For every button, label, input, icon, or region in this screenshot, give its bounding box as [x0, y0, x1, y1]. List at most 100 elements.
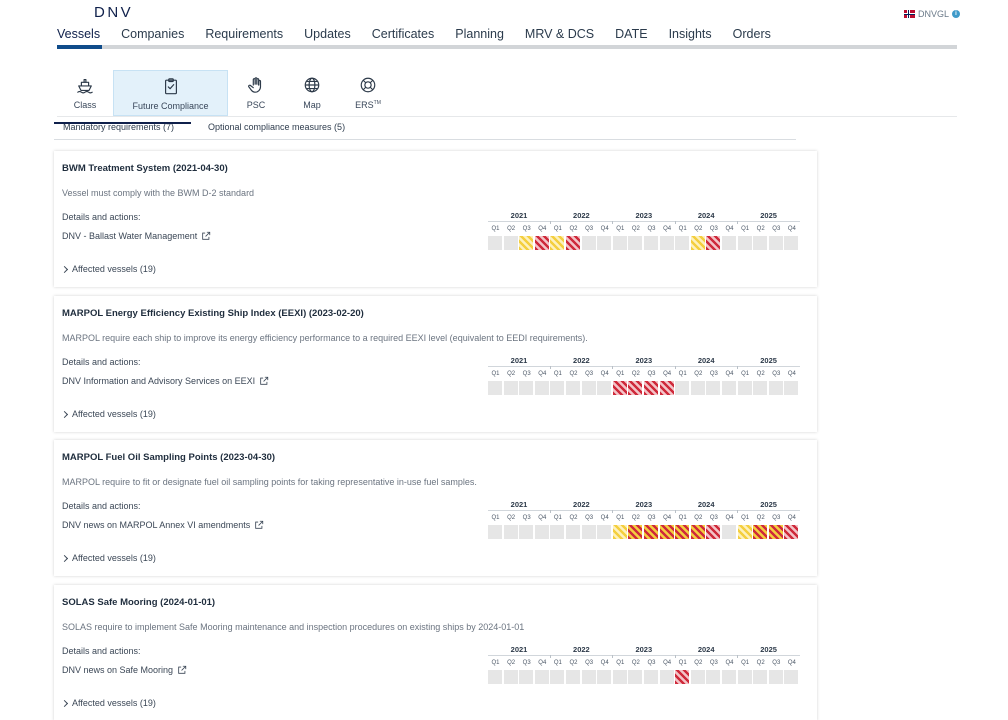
tool-future-compliance[interactable]: Future Compliance	[113, 70, 228, 116]
timeline-cell-empty	[581, 525, 596, 539]
affected-vessels-toggle[interactable]: Affected vessels (19)	[60, 698, 156, 708]
details-label: Details and actions:	[62, 646, 141, 656]
nav-planning[interactable]: Planning	[455, 27, 504, 41]
timeline-quarter: Q1	[741, 660, 750, 666]
nav-updates[interactable]: Updates	[304, 27, 351, 41]
timeline-cell-empty	[566, 525, 580, 539]
affected-vessels-toggle[interactable]: Affected vessels (19)	[60, 553, 156, 563]
details-link-text: DNV - Ballast Water Management	[62, 231, 198, 241]
timeline-cell-empty	[722, 236, 736, 250]
timeline-year-line	[488, 655, 800, 656]
timeline-quarter: Q2	[631, 660, 640, 666]
timeline-quarter: Q3	[647, 660, 656, 666]
nav-vessels[interactable]: Vessels	[57, 27, 100, 41]
compliance-timeline: 2021 2022 2023 2024 2025 Q1 Q2 Q3 Q4 Q1 Q2 Q3 Q4 Q1 Q2…	[488, 500, 800, 546]
chevron-right-icon	[60, 554, 69, 562]
tool-psc[interactable]: PSC	[228, 70, 284, 116]
dnv-logo[interactable]: DNV	[94, 4, 133, 21]
timeline-year-line	[488, 221, 800, 222]
requirement-subtabs: Mandatory requirements (7) Optional comp…	[54, 121, 796, 140]
tool-ers[interactable]: ERSTM	[340, 70, 396, 116]
timeline-cell-empty	[628, 670, 643, 684]
nav-insights[interactable]: Insights	[669, 27, 712, 41]
timeline-cell-empty	[534, 525, 549, 539]
timeline-quarter: Q3	[522, 371, 531, 377]
timeline-year: 2025	[760, 500, 777, 509]
year-divider	[674, 366, 676, 369]
compliance-timeline: 2021 2022 2023 2024 2025 Q1 Q2 Q3 Q4 Q1 Q2 Q3 Q4 Q1 Q2…	[488, 645, 800, 691]
year-divider	[737, 366, 739, 369]
toolbar-divider	[57, 116, 957, 117]
tab-optional-compliance[interactable]: Optional compliance measures (5)	[208, 122, 345, 132]
affected-vessels-toggle[interactable]: Affected vessels (19)	[60, 409, 156, 419]
timeline-years: 2021 2022 2023 2024 2025	[488, 211, 800, 221]
tool-map[interactable]: Map	[284, 70, 340, 116]
timeline-quarter: Q4	[787, 660, 796, 666]
timeline-cell-empty	[722, 525, 736, 539]
timeline-cell-empty	[566, 670, 580, 684]
timeline-cell-empty	[675, 381, 690, 395]
timeline-quarter: Q3	[709, 226, 718, 232]
timeline-quarter: Q4	[787, 515, 796, 521]
timeline-cell-empty	[753, 381, 768, 395]
nav-underline	[57, 45, 957, 49]
timeline-quarter: Q4	[663, 660, 672, 666]
timeline-cell-empty	[612, 670, 627, 684]
timeline-cell-empty	[690, 381, 705, 395]
timeline-quarter: Q2	[694, 660, 703, 666]
user-account[interactable]: DNVGL i	[903, 9, 960, 19]
timeline-year: 2021	[510, 356, 528, 365]
timeline-cell-empty	[597, 525, 612, 539]
details-link[interactable]: DNV - Ballast Water Management	[62, 231, 211, 241]
timeline-quarter: Q4	[600, 515, 609, 521]
timeline-cell-empty	[503, 670, 518, 684]
timeline-quarter: Q1	[491, 226, 500, 232]
requirement-title: MARPOL Fuel Oil Sampling Points (2023-04…	[62, 452, 276, 463]
timeline-quarter: Q3	[772, 660, 781, 666]
timeline-cell-empty	[519, 670, 534, 684]
timeline-cell-empty	[628, 236, 643, 250]
timeline-cell-empty	[722, 381, 736, 395]
nav-companies[interactable]: Companies	[121, 27, 184, 41]
nav-date[interactable]: DATE	[615, 27, 647, 41]
compliance-timeline: 2021 2022 2023 2024 2025 Q1 Q2 Q3 Q4 Q1 Q2 Q3 Q4 Q1 Q2…	[488, 356, 800, 402]
timeline-quarter: Q2	[507, 226, 516, 232]
timeline-quarter: Q3	[585, 515, 594, 521]
timeline-cell-empty	[784, 670, 799, 684]
nav-mrv-dcs[interactable]: MRV & DCS	[525, 27, 594, 41]
details-label: Details and actions:	[62, 357, 141, 367]
timeline-cells	[488, 236, 800, 250]
details-link[interactable]: DNV news on MARPOL Annex VI amendments	[62, 520, 264, 530]
nav-orders[interactable]: Orders	[733, 27, 771, 41]
timeline-cell-orange	[768, 525, 783, 539]
details-label: Details and actions:	[62, 212, 141, 222]
timeline-cell-empty	[737, 381, 752, 395]
timeline-quarter: Q2	[569, 660, 578, 666]
globe-icon	[304, 77, 320, 93]
timeline-quarter: Q2	[756, 515, 765, 521]
timeline-quarter: Q2	[756, 371, 765, 377]
details-link[interactable]: DNV Information and Advisory Services on…	[62, 376, 269, 386]
nav-certificates[interactable]: Certificates	[372, 27, 435, 41]
timeline-quarter: Q2	[694, 515, 703, 521]
timeline-cell-empty	[753, 670, 768, 684]
timeline-cell-yellow	[612, 525, 627, 539]
nav-requirements[interactable]: Requirements	[205, 27, 283, 41]
details-link[interactable]: DNV news on Safe Mooring	[62, 665, 187, 675]
timeline-quarter: Q3	[709, 660, 718, 666]
timeline-quarter: Q4	[725, 371, 734, 377]
timeline-quarter: Q1	[741, 226, 750, 232]
timeline-quarter: Q1	[616, 371, 625, 377]
tool-class[interactable]: Class	[57, 70, 113, 116]
timeline-year: 2023	[635, 500, 653, 509]
timeline-quarters: Q1 Q2 Q3 Q4 Q1 Q2 Q3 Q4 Q1 Q2 Q3 Q4 Q1 Q2 Q3 Q4 Q1 Q2 Q3 Q4	[488, 515, 800, 523]
timeline-year: 2024	[697, 356, 715, 365]
timeline-quarter: Q2	[507, 515, 516, 521]
timeline-cell-yellow	[737, 525, 752, 539]
timeline-cell-empty	[690, 670, 705, 684]
timeline-year-line	[488, 510, 800, 511]
affected-vessels-toggle[interactable]: Affected vessels (19)	[60, 264, 156, 274]
timeline-cell-yellow	[519, 236, 534, 250]
timeline-quarter: Q1	[616, 226, 625, 232]
info-icon[interactable]: i	[952, 10, 960, 18]
